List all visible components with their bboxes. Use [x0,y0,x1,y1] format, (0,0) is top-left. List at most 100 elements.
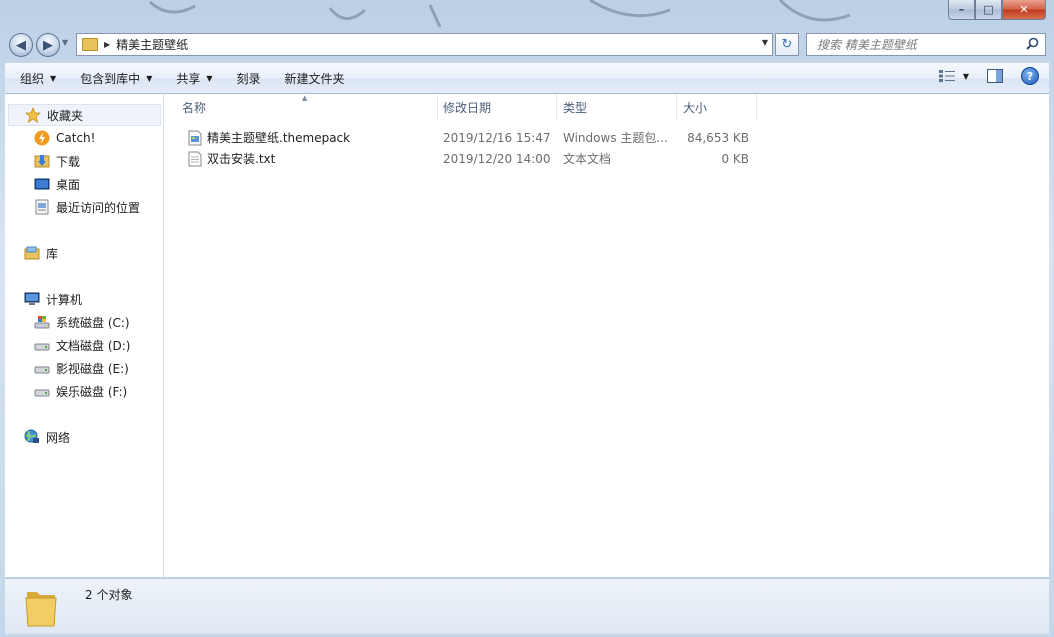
text-file-icon [188,151,202,166]
recent-pages-dropdown[interactable]: ▼ [62,38,68,47]
organize-label: 组织 [20,71,45,86]
sidebar-item-label: 桌面 [56,177,81,192]
address-bar[interactable]: ▶ 精美主题壁纸 ▼ [76,33,773,56]
network-icon [24,429,39,443]
minimize-button[interactable]: – [948,0,975,20]
chevron-down-icon: ▼ [206,73,213,83]
sidebar-item-drive-c[interactable]: 系统磁盘 (C:) [5,311,130,333]
column-header-modified[interactable]: 修改日期 [443,94,553,121]
search-input[interactable] [815,36,1024,53]
sidebar-item-label: 网络 [46,430,71,445]
libraries-icon [24,246,40,260]
include-in-library-label: 包含到库中 [80,71,141,86]
sidebar-item-network[interactable]: 网络 [5,426,70,448]
help-icon[interactable]: ? [1021,67,1039,85]
navigation-pane: 收藏夹 Catch! 下载 桌面 最近访问的位置 库 计算机 系统磁盘 (C:)… [5,94,164,577]
back-arrow-icon: ◀ [16,37,26,53]
caption-buttons: – □ ✕ [948,0,1046,20]
back-button[interactable]: ◀ [9,33,33,57]
maximize-button[interactable]: □ [975,0,1002,20]
column-divider[interactable] [756,94,757,121]
column-header-label: 名称 [182,101,207,115]
view-options-icon[interactable] [938,70,955,82]
explorer-body: 收藏夹 Catch! 下载 桌面 最近访问的位置 库 计算机 系统磁盘 (C:)… [5,94,1049,577]
sidebar-item-catch[interactable]: Catch! [5,127,95,149]
refresh-button[interactable]: ↻ [775,33,799,56]
column-header-type[interactable]: 类型 [563,94,673,121]
new-folder-button[interactable]: 新建文件夹 [276,66,354,90]
sidebar-item-label: 最近访问的位置 [56,200,141,215]
preview-pane-icon[interactable] [987,69,1003,83]
file-row[interactable]: 双击安装.txt 2019/12/20 14:00 文本文档 0 KB [179,148,759,169]
share-menu[interactable]: 共享 ▼ [167,66,221,90]
search-icon[interactable] [1026,37,1039,50]
organize-menu[interactable]: 组织 ▼ [11,66,65,90]
folder-icon [82,38,98,51]
column-header-label: 修改日期 [443,101,492,115]
sidebar-item-drive-f[interactable]: 娱乐磁盘 (F:) [5,380,127,402]
address-history-dropdown[interactable]: ▼ [762,38,768,47]
search-box[interactable] [806,33,1046,56]
hard-drive-icon [34,343,50,351]
forward-arrow-icon: ▶ [43,37,53,53]
sidebar-item-label: 影视磁盘 (E:) [56,361,129,376]
sidebar-item-computer[interactable]: 计算机 [5,288,82,310]
column-divider[interactable] [676,94,677,121]
sidebar-item-recent-places[interactable]: 最近访问的位置 [5,196,140,218]
column-header-size[interactable]: 大小 [683,94,753,121]
star-icon [25,107,41,123]
column-header-label: 类型 [563,101,588,115]
chevron-down-icon: ▼ [146,73,153,83]
sidebar-item-drive-d[interactable]: 文档磁盘 (D:) [5,334,130,356]
file-size: 0 KB [721,151,749,166]
file-row[interactable]: 精美主题壁纸.themepack 2019/12/16 15:47 Window… [179,127,759,148]
column-header-label: 大小 [683,101,708,115]
sidebar-item-drive-e[interactable]: 影视磁盘 (E:) [5,357,129,379]
breadcrumb-separator-icon[interactable]: ▶ [104,40,110,49]
file-type: Windows 主题包... [563,131,668,145]
column-divider[interactable] [437,94,438,121]
burn-button[interactable]: 刻录 [228,66,270,90]
file-name: 双击安装.txt [207,152,276,166]
sidebar-item-label: 文档磁盘 (D:) [56,338,131,353]
sidebar-item-favorites[interactable]: 收藏夹 [8,104,161,126]
hard-drive-icon [34,366,50,374]
folder-icon [25,592,57,627]
sidebar-item-label: 收藏夹 [47,108,84,123]
sidebar-item-label: 系统磁盘 (C:) [56,315,130,330]
refresh-icon: ↻ [781,37,793,52]
chevron-down-icon[interactable]: ▼ [963,72,969,81]
file-type: 文本文档 [563,152,612,166]
file-name: 精美主题壁纸.themepack [207,131,351,145]
file-name-cell: 精美主题壁纸.themepack [187,127,350,148]
recent-places-icon [35,199,49,215]
sidebar-item-libraries[interactable]: 库 [5,242,58,264]
sidebar-item-label: 库 [46,246,59,261]
file-modified: 2019/12/20 14:00 [443,151,551,166]
item-count: 2 个对象 [85,588,133,602]
sidebar-item-label: Catch! [56,131,96,145]
new-folder-label: 新建文件夹 [284,71,345,86]
breadcrumb-current-folder[interactable]: 精美主题壁纸 [116,36,188,53]
file-name-cell: 双击安装.txt [187,148,275,169]
system-drive-icon [34,316,50,329]
share-label: 共享 [176,71,201,86]
sidebar-item-label: 计算机 [46,292,83,307]
file-list: ▲ 名称 修改日期 类型 大小 精美主题壁纸.themepack 2019/12… [164,94,1049,577]
burn-label: 刻录 [236,71,261,86]
include-in-library-menu[interactable]: 包含到库中 ▼ [71,66,161,90]
themepack-file-icon [188,130,202,145]
window-frame: – □ ✕ ◀ ▶ ▼ ▶ 精美主题壁纸 ▼ ↻ 组织 ▼ 包含到库中 ▼ 共享 ▼ [0,0,1054,637]
column-divider[interactable] [556,94,557,121]
view-controls: ▼ ? [938,67,1039,85]
command-bar: 组织 ▼ 包含到库中 ▼ 共享 ▼ 刻录 新建文件夹 ▼ ? [5,63,1049,94]
chevron-down-icon: ▼ [50,73,57,83]
column-header-name[interactable]: 名称 [182,94,437,121]
close-button[interactable]: ✕ [1002,0,1046,20]
file-modified: 2019/12/16 15:47 [443,130,551,145]
catch-icon [34,130,50,146]
sidebar-item-label: 娱乐磁盘 (F:) [56,384,128,399]
sidebar-item-desktop[interactable]: 桌面 [5,173,80,195]
forward-button[interactable]: ▶ [36,33,60,57]
sidebar-item-downloads[interactable]: 下载 [5,150,80,172]
